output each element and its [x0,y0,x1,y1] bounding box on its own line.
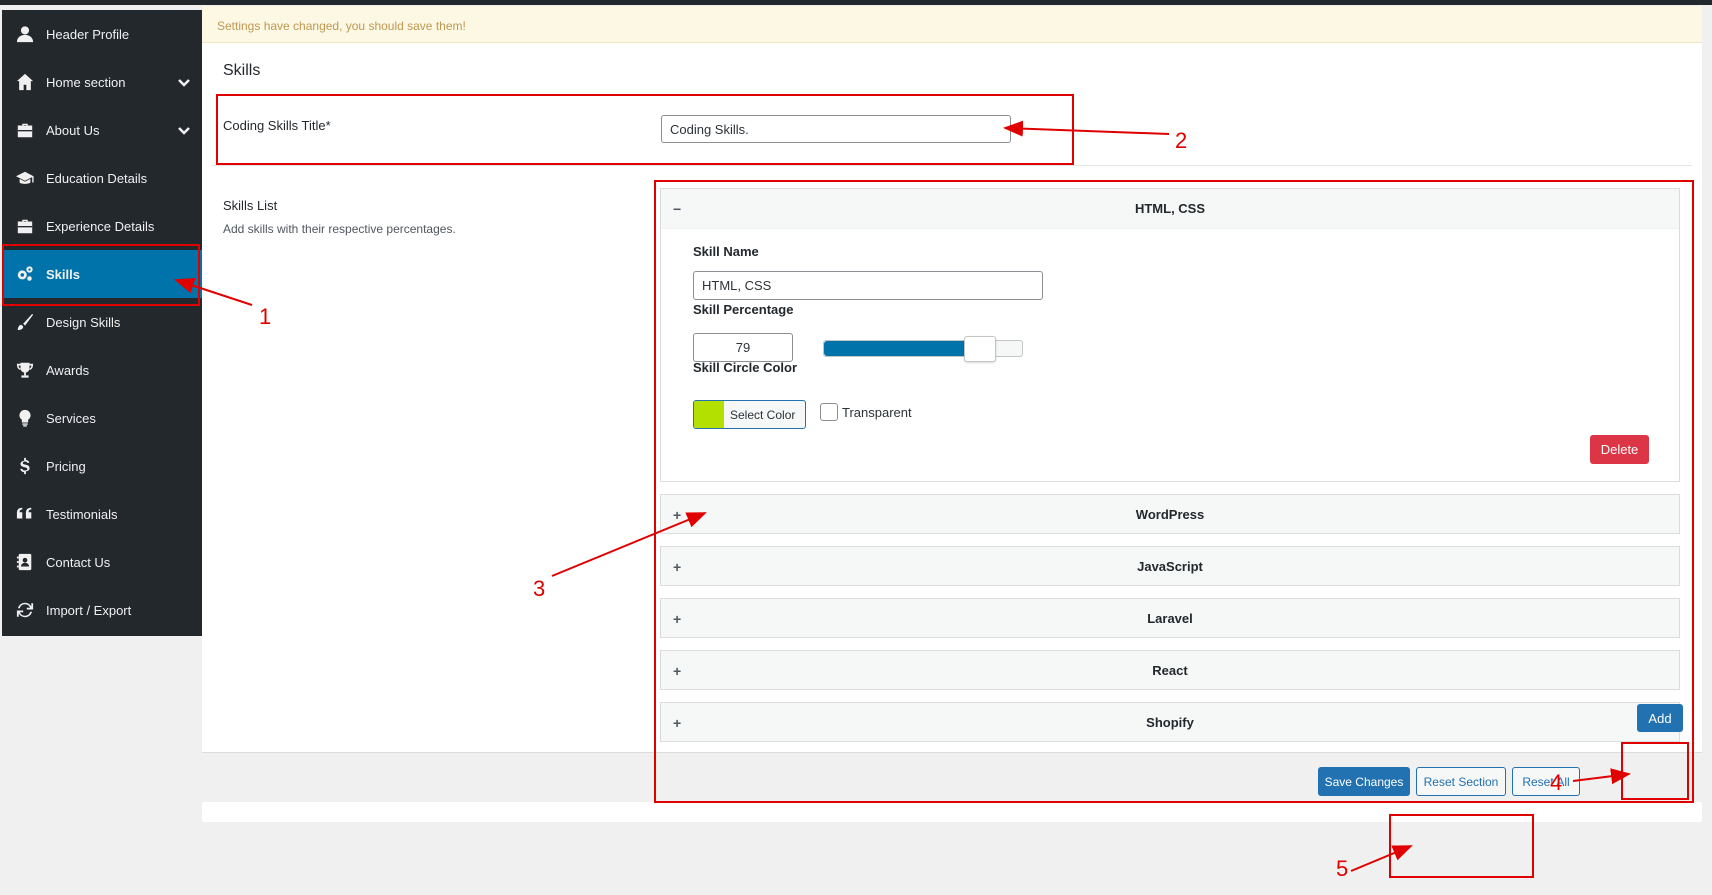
lightbulb-icon [14,408,36,428]
annotation-box-2 [216,94,1074,165]
annotation-box-4 [1621,742,1689,800]
sidebar-item-contact-us[interactable]: Contact Us [2,538,202,586]
admin-top-bar [0,0,1712,5]
annotation-number-5: 5 [1336,856,1349,881]
annotation-box-3 [654,180,1694,803]
chevron-down-icon[interactable] [176,74,192,90]
sidebar-item-label: Contact Us [46,554,111,570]
quote-icon [14,504,36,524]
briefcase-icon [14,216,36,236]
sidebar-item-education-details[interactable]: Education Details [2,154,202,202]
trophy-icon [14,360,36,380]
divider [212,165,1692,166]
sidebar-item-testimonials[interactable]: Testimonials [2,490,202,538]
sidebar-item-home-section[interactable]: Home section [2,58,202,106]
settings-changed-notice: Settings have changed, you should save t… [202,6,1702,43]
user-icon [14,24,36,44]
annotation-number-1: 1 [259,304,272,329]
sidebar-item-awards[interactable]: Awards [2,346,202,394]
sidebar-item-pricing[interactable]: Pricing [2,442,202,490]
sidebar-item-label: Pricing [46,458,86,474]
sidebar-item-header-profile[interactable]: Header Profile [2,10,202,58]
sidebar-item-label: Awards [46,362,90,378]
chevron-down-icon[interactable] [176,122,192,138]
graduation-cap-icon [14,168,36,188]
skills-list-label: Skills List [223,198,278,213]
sidebar-item-label: Education Details [46,170,148,186]
briefcase-icon [14,120,36,140]
home-icon [14,72,36,92]
sidebar-item-label: Import / Export [46,602,132,618]
section-title: Skills [223,62,261,79]
sidebar-item-label: Header Profile [46,26,130,42]
annotation-number-2: 2 [1175,128,1188,153]
sidebar-item-label: Testimonials [46,506,118,522]
sidebar-item-experience-details[interactable]: Experience Details [2,202,202,250]
sidebar: Header Profile Home section About Us Edu… [2,10,202,636]
annotation-number-3: 3 [533,576,546,601]
sidebar-item-about-us[interactable]: About Us [2,106,202,154]
annotation-box-5 [1389,814,1534,878]
annotation-number-4: 4 [1550,770,1563,795]
sidebar-item-label: Services [46,410,96,426]
sidebar-item-services[interactable]: Services [2,394,202,442]
refresh-icon [14,600,36,620]
annotation-box-1 [2,244,200,306]
sidebar-item-label: Home section [46,74,126,90]
sidebar-item-label: About Us [46,122,100,138]
sidebar-item-label: Design Skills [46,314,121,330]
skills-list-description: Add skills with their respective percent… [223,222,456,236]
sidebar-item-import-export[interactable]: Import / Export [2,586,202,634]
address-card-icon [14,552,36,572]
dollar-icon [14,456,36,476]
sidebar-item-label: Experience Details [46,218,155,234]
brush-icon [14,312,36,332]
